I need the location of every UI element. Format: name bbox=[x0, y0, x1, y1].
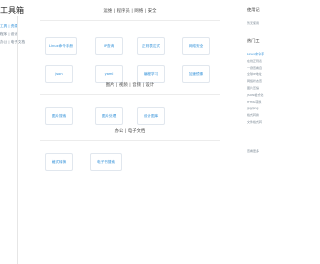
hot-item[interactable]: 图片压缩 bbox=[247, 85, 264, 92]
hot-item[interactable]: 全球IP地址 bbox=[247, 71, 264, 78]
right-sidebar: 使用记 暂无使用 热门工 Linux命令手 在线正则表 一键查看自 全球IP地址… bbox=[247, 0, 264, 264]
left-title: 工具箱 bbox=[0, 6, 24, 15]
card-ip-query[interactable]: IP查询 bbox=[95, 37, 123, 55]
section-ops: 运维 | 程序员 | 网络 | 安全 Linux命令手册 IP查询 正则表达式 … bbox=[40, 8, 220, 83]
hot-item[interactable]: JSON格式化 bbox=[247, 92, 264, 99]
hot-item[interactable]: 网络状态查 bbox=[247, 78, 264, 85]
hot-item[interactable]: 格式转换 bbox=[247, 112, 264, 119]
section-media: 图片 | 视频 | 音频 | 设计 图片搜索 图片处理 设计图库 bbox=[40, 82, 220, 133]
left-category-links: 工具 | 资源 程序 | 设计 办公 | 电子文档 bbox=[0, 22, 25, 47]
right-hot-title: 热门工 bbox=[247, 38, 260, 43]
hot-item[interactable]: Linux命令手 bbox=[247, 51, 264, 58]
hot-item[interactable]: jpg/png bbox=[247, 105, 264, 112]
right-footer-link[interactable]: 查看更多 bbox=[247, 148, 259, 155]
card-format-convert[interactable]: 格式转换 bbox=[45, 153, 73, 171]
card-image-process[interactable]: 图片处理 bbox=[95, 107, 123, 125]
card-ebook-search[interactable]: 电子书搜索 bbox=[90, 153, 122, 171]
card-json[interactable]: json bbox=[45, 65, 73, 83]
hot-item[interactable]: HTML转换 bbox=[247, 99, 264, 106]
section-title-media: 图片 | 视频 | 音频 | 设计 bbox=[105, 83, 155, 88]
card-image-search[interactable]: 图片搜索 bbox=[45, 107, 73, 125]
left-link-tools[interactable]: 工具 | 资源 bbox=[0, 22, 25, 30]
hot-item[interactable]: 在线正则表 bbox=[247, 58, 264, 65]
card-linux-manual[interactable]: Linux命令手册 bbox=[45, 37, 77, 55]
right-usage-text: 暂无使用 bbox=[247, 21, 260, 25]
card-mirror[interactable]: 加速镜像 bbox=[182, 65, 210, 83]
hot-item[interactable]: 一键查看自 bbox=[247, 65, 264, 72]
card-design-gallery[interactable]: 设计图库 bbox=[137, 107, 165, 125]
hot-item[interactable]: 文件格式转 bbox=[247, 119, 264, 126]
card-net-security[interactable]: 网络安全 bbox=[182, 37, 210, 55]
left-link-office[interactable]: 办公 | 电子文档 bbox=[0, 38, 25, 46]
card-regex[interactable]: 正则表达式 bbox=[137, 37, 165, 55]
right-hot-list: Linux命令手 在线正则表 一键查看自 全球IP地址 网络状态查 图片压缩 J… bbox=[247, 51, 264, 126]
card-programming-learn[interactable]: 编程学习 bbox=[137, 65, 165, 83]
section-title-ops: 运维 | 程序员 | 网络 | 安全 bbox=[103, 9, 157, 14]
section-title-office: 办公 | 电子文档 bbox=[114, 129, 146, 134]
right-usage-title: 使用记 bbox=[247, 7, 260, 12]
section-office: 办公 | 电子文档 格式转换 电子书搜索 bbox=[40, 128, 220, 179]
card-yaml[interactable]: yaml bbox=[95, 65, 123, 83]
left-divider bbox=[17, 16, 18, 264]
left-link-program[interactable]: 程序 | 设计 bbox=[0, 30, 25, 38]
